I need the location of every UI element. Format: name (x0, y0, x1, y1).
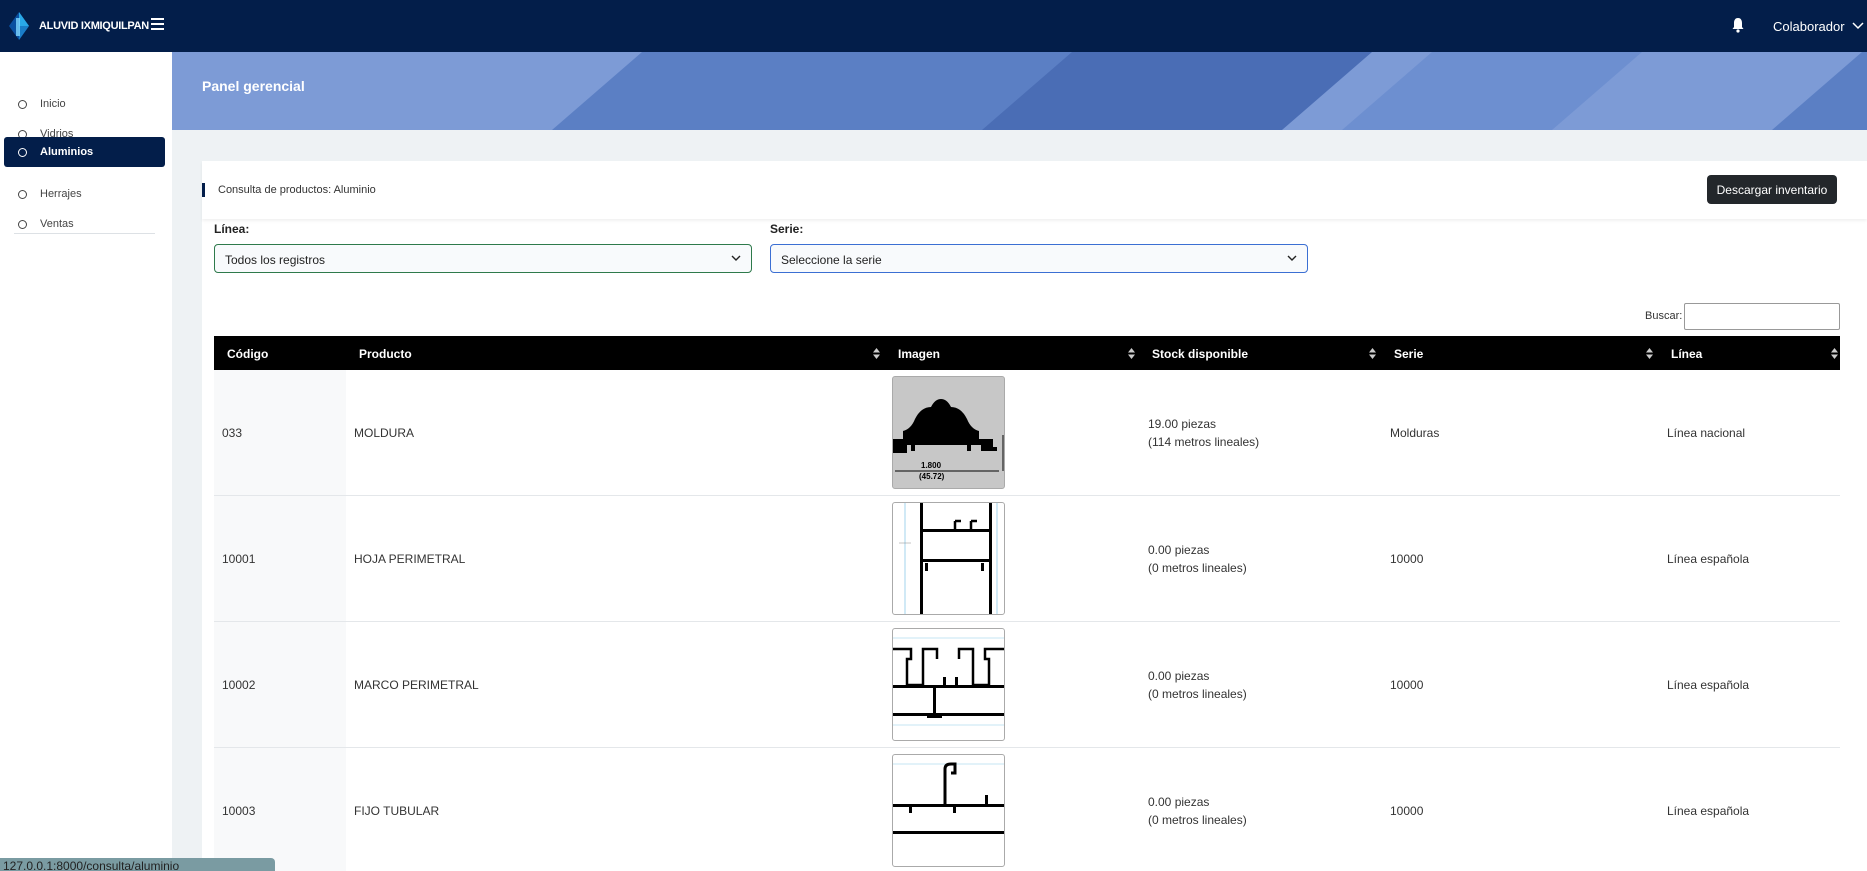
circle-icon (18, 99, 27, 109)
column-header-producto[interactable]: Producto (359, 336, 779, 370)
sidebar-item-inicio[interactable]: Inicio (4, 89, 165, 119)
sort-icon[interactable] (1831, 348, 1838, 359)
stock-meters: (114 metros lineales) (1148, 435, 1260, 449)
profile-drawing (899, 503, 998, 614)
linea-select[interactable]: Todos los registros (214, 244, 752, 273)
bell-icon[interactable] (1731, 17, 1745, 33)
cell-linea: Línea española (1667, 552, 1750, 566)
serie-select-value: Seleccione la serie (781, 253, 882, 267)
hamburger-icon[interactable] (151, 18, 164, 32)
chevron-down-icon (731, 255, 741, 261)
cell-code: 10002 (222, 678, 256, 692)
banner-background (552, 52, 1867, 130)
products-card: Consulta de productos: Aluminio Descarga… (202, 161, 1867, 871)
cell-stock: 0.00 piezas (0 metros lineales) (1148, 793, 1247, 829)
stock-meters: (0 metros lineales) (1148, 561, 1247, 575)
cell-product: HOJA PERIMETRAL (354, 552, 466, 566)
stock-meters: (0 metros lineales) (1148, 687, 1247, 701)
sidebar-item-herrajes[interactable]: Herrajes (4, 179, 165, 209)
circle-icon (18, 147, 27, 157)
brand[interactable]: ALUVID IXMIQUILPAN (8, 12, 149, 40)
sidebar-item-label: Inicio (40, 98, 66, 110)
cell-serie: 10000 (1390, 552, 1424, 566)
sidebar-item-label: Herrajes (40, 188, 82, 200)
sidebar-divider (14, 233, 155, 234)
profile-drawing (893, 762, 1004, 834)
cell-linea: Línea española (1667, 804, 1750, 818)
linea-label: Línea: (214, 222, 250, 236)
brand-name: ALUVID IXMIQUILPAN (39, 20, 149, 32)
column-header-serie[interactable]: Serie (1394, 336, 1594, 370)
circle-icon (18, 189, 27, 199)
column-header-codigo[interactable]: Código (227, 336, 337, 370)
sort-icon[interactable] (1128, 348, 1135, 359)
cell-serie: 10000 (1390, 678, 1424, 692)
product-image[interactable]: 1.800 (45.72) (892, 376, 1005, 489)
cell-code: 10003 (222, 804, 256, 818)
product-image[interactable] (892, 502, 1005, 615)
profile-drawing: 1.800 (45.72) (893, 399, 1004, 481)
cell-linea: Línea española (1667, 678, 1750, 692)
top-navbar: ALUVID IXMIQUILPAN Colaborador (0, 0, 1867, 52)
cell-product: MARCO PERIMETRAL (354, 678, 479, 692)
card-header: Consulta de productos: Aluminio Descarga… (202, 161, 1867, 219)
circle-icon (18, 219, 27, 229)
stock-pieces: 0.00 piezas (1148, 669, 1210, 683)
column-header-imagen[interactable]: Imagen (898, 336, 1098, 370)
image-dimension-label: (45.72) (919, 472, 945, 481)
sidebar-item-label: Aluminios (40, 146, 94, 158)
diamond-logo-icon (9, 12, 29, 40)
cell-code: 10001 (222, 552, 256, 566)
user-name: Colaborador (1773, 18, 1845, 34)
cell-serie: 10000 (1390, 804, 1424, 818)
product-image[interactable] (892, 628, 1005, 741)
card-title: Consulta de productos: Aluminio (218, 184, 376, 196)
sort-icon[interactable] (1646, 348, 1653, 359)
search-input[interactable] (1684, 303, 1840, 330)
page-title: Panel gerencial (202, 78, 305, 94)
sidebar-item-ventas[interactable]: Ventas (4, 209, 165, 239)
cell-stock: 0.00 piezas (0 metros lineales) (1148, 667, 1247, 703)
browser-status-url: 127.0.0.1:8000/consulta/aluminio (0, 858, 275, 871)
table-row[interactable]: 10003 FIJO TUBULAR 0.00 piezas (0 metros… (214, 748, 1840, 871)
cell-stock: 0.00 piezas (0 metros lineales) (1148, 541, 1247, 577)
download-inventory-button[interactable]: Descargar inventario (1707, 175, 1837, 204)
column-header-linea[interactable]: Línea (1671, 336, 1811, 370)
cell-stock: 19.00 piezas (114 metros lineales) (1148, 415, 1259, 451)
image-dimension-label: 1.800 (921, 461, 942, 470)
table-row[interactable]: 10002 MARCO PERIMETRAL 0.00 piezas (0 me… (214, 622, 1840, 748)
stock-pieces: 0.00 piezas (1148, 543, 1210, 557)
table-row[interactable]: 10001 HOJA PERIMETRAL 0.00 piezas (0 met… (214, 496, 1840, 622)
sort-icon[interactable] (1369, 348, 1376, 359)
cell-product: MOLDURA (354, 426, 415, 440)
serie-select[interactable]: Seleccione la serie (770, 244, 1308, 273)
sidebar-item-label: Ventas (40, 218, 74, 230)
chevron-down-icon (1287, 255, 1297, 261)
product-image[interactable] (892, 754, 1005, 867)
stock-pieces: 0.00 piezas (1148, 795, 1210, 809)
linea-select-value: Todos los registros (225, 253, 326, 267)
cell-code: 033 (222, 426, 243, 440)
cell-serie: Molduras (1390, 426, 1440, 440)
profile-drawing (893, 637, 1004, 726)
serie-label: Serie: (770, 222, 804, 236)
table-header: Código Producto Imagen Stock disponible … (214, 336, 1840, 370)
stock-meters: (0 metros lineales) (1148, 813, 1247, 827)
cell-product: FIJO TUBULAR (354, 804, 440, 818)
cell-linea: Línea nacional (1667, 426, 1746, 440)
sort-icon[interactable] (873, 348, 880, 359)
search-label: Buscar: (1645, 310, 1683, 322)
table-row[interactable]: 033 MOLDURA 1.800 (45.72) 19.00 piezas (… (214, 370, 1840, 496)
sidebar-item-aluminios[interactable]: Aluminios (4, 137, 165, 167)
stock-pieces: 19.00 piezas (1148, 417, 1217, 431)
user-menu[interactable]: Colaborador (1773, 15, 1864, 37)
chevron-down-icon (1852, 22, 1864, 30)
page-banner: Panel gerencial (172, 52, 1867, 130)
column-header-stock[interactable]: Stock disponible (1152, 336, 1352, 370)
header-accent (202, 183, 205, 197)
sidebar: Inicio Vidrios Aluminios Herrajes Ventas (0, 52, 172, 871)
